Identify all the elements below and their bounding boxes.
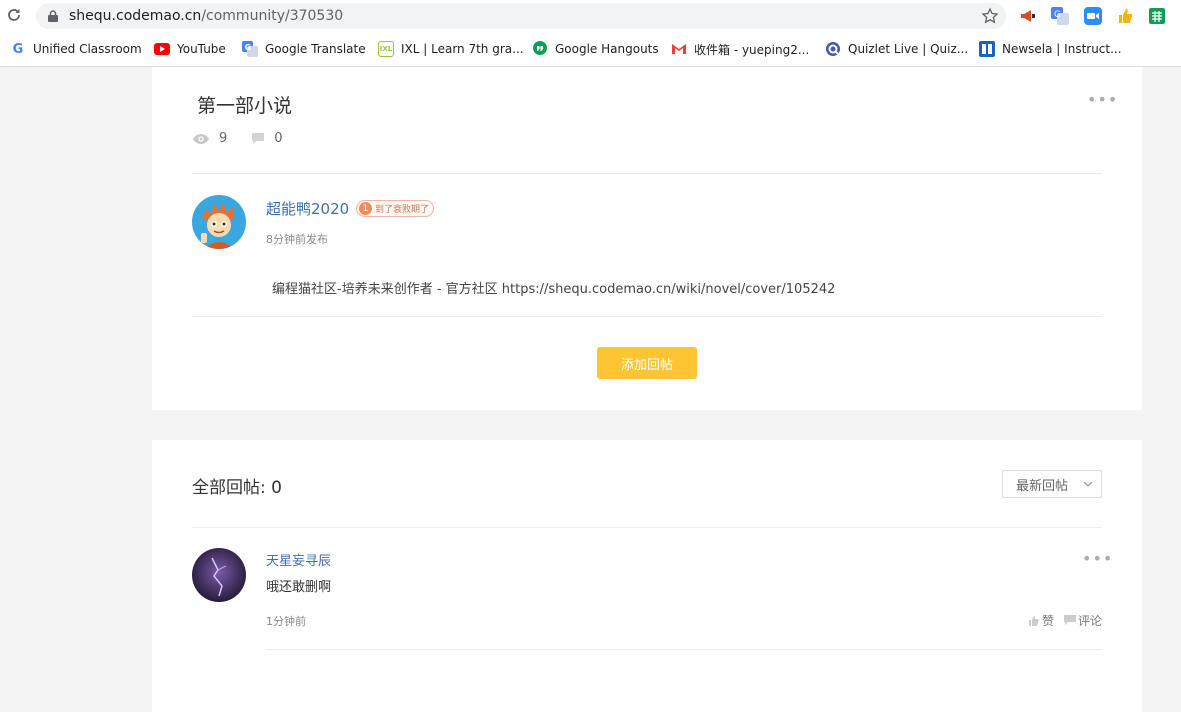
chevron-down-icon xyxy=(1083,481,1093,487)
comment-icon xyxy=(252,133,265,144)
post-card: 第一部小说 ••• 9 0 超能鸭2020 1 到了衰败期了 8分钟前发布 编程… xyxy=(152,67,1142,410)
gmail-icon xyxy=(671,41,687,57)
comment-icon xyxy=(1064,615,1076,625)
post-stats: 9 0 xyxy=(192,131,307,146)
google-translate-icon: G xyxy=(242,41,258,57)
bookmark-google-hangouts[interactable]: Google Hangouts xyxy=(532,40,659,58)
address-bar[interactable]: shequ.codemao.cn/community/370530 xyxy=(36,3,1006,29)
browser-toolbar: shequ.codemao.cn/community/370530 G xyxy=(0,0,1181,33)
svg-text:G: G xyxy=(245,43,252,52)
replies-card: 全部回帖: 0 最新回帖 天星妄寻辰 ••• 哦还敢删啊 1分钟前 赞 评论 xyxy=(152,440,1142,712)
reload-icon[interactable] xyxy=(6,7,22,23)
post-more-icon[interactable]: ••• xyxy=(1087,92,1118,108)
reply-text: 哦还敢删啊 xyxy=(266,580,332,595)
bookmark-star-icon[interactable] xyxy=(981,7,999,25)
divider xyxy=(192,527,1102,528)
divider xyxy=(192,173,1102,174)
lock-icon xyxy=(48,10,58,22)
reply-time: 1分钟前 xyxy=(266,615,306,628)
bookmark-ixl[interactable]: IXL IXL | Learn 7th gra... xyxy=(378,40,524,58)
author-avatar[interactable] xyxy=(192,195,246,249)
bookmark-quizlet-live[interactable]: Quizlet Live | Quiz... xyxy=(825,40,968,58)
author-name[interactable]: 超能鸭2020 xyxy=(266,198,349,219)
post-title: 第一部小说 xyxy=(197,95,293,117)
youtube-icon xyxy=(154,41,170,57)
ixl-icon: IXL xyxy=(378,41,394,57)
bookmark-unified-classroom[interactable]: G Unified Classroom xyxy=(10,40,142,58)
author-level-badge: 1 到了衰败期了 xyxy=(356,200,435,217)
thumbs-up-icon xyxy=(1029,615,1039,626)
reply-author[interactable]: 天星妄寻辰 xyxy=(266,550,331,569)
like-button[interactable]: 赞 xyxy=(1028,612,1054,629)
add-reply-button[interactable]: 添加回帖 xyxy=(597,347,697,379)
svg-text:G: G xyxy=(1054,10,1061,20)
translate-extension-icon[interactable]: G xyxy=(1051,7,1069,25)
reply-more-icon[interactable]: ••• xyxy=(1082,551,1113,567)
zoom-extension-icon[interactable] xyxy=(1084,7,1102,25)
thumbs-up-extension-icon[interactable] xyxy=(1116,7,1134,25)
sheets-extension-icon[interactable] xyxy=(1148,7,1166,25)
view-count: 9 xyxy=(219,131,228,146)
bookmarks-bar: G Unified Classroom YouTube G Google Tra… xyxy=(0,33,1181,67)
bookmark-youtube[interactable]: YouTube xyxy=(154,40,226,58)
megaphone-extension-icon[interactable] xyxy=(1019,7,1037,25)
url-text: shequ.codemao.cn/community/370530 xyxy=(69,8,344,24)
quizlet-icon xyxy=(825,41,841,57)
bookmark-newsela[interactable]: Newsela | Instruct... xyxy=(979,40,1122,58)
replies-heading: 全部回帖: 0 xyxy=(192,478,282,498)
divider xyxy=(266,649,1102,650)
reply-avatar[interactable] xyxy=(192,548,246,602)
sort-dropdown[interactable]: 最新回帖 xyxy=(1002,470,1102,498)
level-number: 1 xyxy=(359,202,372,215)
google-g-icon: G xyxy=(12,41,24,57)
comment-button[interactable]: 评论 xyxy=(1064,612,1102,629)
divider xyxy=(192,316,1102,317)
eye-icon xyxy=(193,133,209,144)
bookmark-gmail[interactable]: 收件箱 - yueping2... xyxy=(671,40,809,58)
newsela-icon xyxy=(979,41,995,57)
bookmark-google-translate[interactable]: G Google Translate xyxy=(242,40,366,58)
post-time: 8分钟前发布 xyxy=(266,233,328,246)
comment-count: 0 xyxy=(274,131,283,146)
hangouts-icon xyxy=(532,41,548,57)
post-content: 编程猫社区-培养未来创作者 - 官方社区 https://shequ.codem… xyxy=(272,282,836,297)
